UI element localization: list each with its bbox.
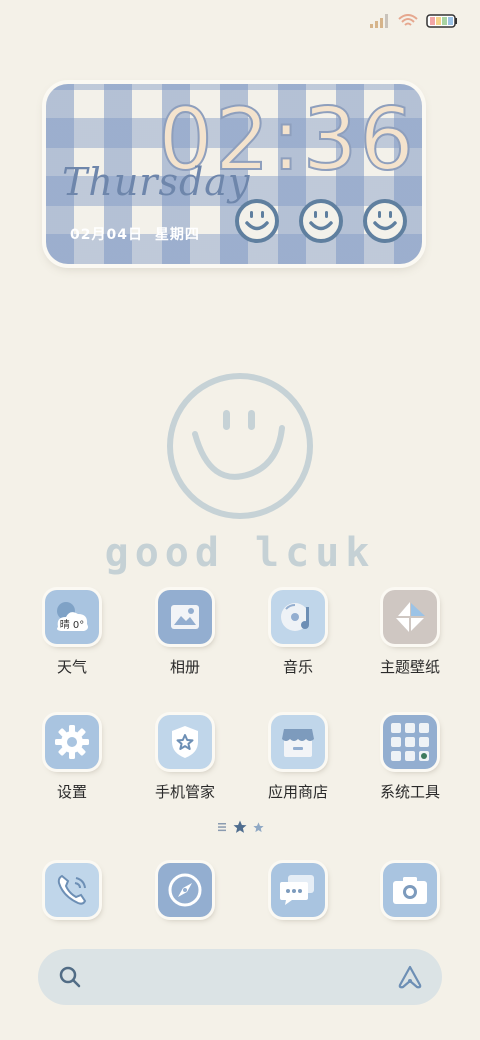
gallery-icon[interactable]: [158, 590, 212, 644]
browser-compass-icon[interactable]: [158, 863, 212, 917]
dock-messages[interactable]: [243, 863, 353, 917]
dock-browser[interactable]: [130, 863, 240, 917]
page-list-icon[interactable]: [217, 822, 227, 832]
app-gallery[interactable]: 相册: [130, 590, 240, 677]
app-label: 应用商店: [267, 783, 328, 801]
clock-widget[interactable]: 02:36 Thursday 02月04日 星期四: [46, 84, 422, 264]
search-bar[interactable]: [38, 949, 442, 1005]
app-music[interactable]: 音乐: [243, 590, 353, 677]
assistant-icon[interactable]: [396, 963, 424, 991]
search-icon[interactable]: [58, 965, 82, 989]
music-icon[interactable]: [271, 590, 325, 644]
app-store[interactable]: 应用商店: [243, 715, 353, 802]
dock-phone[interactable]: [17, 863, 127, 917]
app-label: 系统工具: [379, 783, 440, 801]
smiley-icon: [235, 199, 279, 243]
weather-temp: 晴 0°: [59, 619, 85, 631]
status-bar: [370, 10, 458, 32]
wifi-icon: [398, 14, 418, 26]
app-settings[interactable]: 设置: [17, 715, 127, 802]
battery-icon: [426, 14, 457, 28]
smiley-row: [234, 198, 408, 244]
app-label: 相册: [169, 658, 200, 676]
smiley-icon: [299, 199, 343, 243]
app-themes[interactable]: 主题壁纸: [355, 590, 465, 677]
app-label: 设置: [56, 783, 87, 801]
phone-icon[interactable]: [45, 863, 99, 917]
page-indicator[interactable]: [0, 820, 480, 834]
app-system-tools[interactable]: 系统工具: [355, 715, 465, 802]
phone-manager-icon[interactable]: [158, 715, 212, 769]
app-phone-manager[interactable]: 手机管家: [130, 715, 240, 802]
page-dot-active-icon[interactable]: [233, 820, 247, 834]
smiley-face-icon: [167, 373, 313, 519]
signal-icon: [370, 14, 388, 28]
camera-icon[interactable]: [383, 863, 437, 917]
weekday-label: Thursday: [62, 160, 251, 204]
app-label: 天气: [56, 658, 87, 676]
messages-icon[interactable]: [271, 863, 325, 917]
weather-icon[interactable]: 晴 0°: [45, 590, 99, 644]
app-label: 手机管家: [154, 783, 215, 801]
app-label: 音乐: [282, 658, 313, 676]
smiley-icon: [363, 199, 407, 243]
app-label: 主题壁纸: [379, 658, 440, 676]
gear-icon[interactable]: [45, 715, 99, 769]
app-weather[interactable]: 晴 0° 天气: [17, 590, 127, 677]
wallpaper-text: good lcuk: [104, 530, 376, 576]
date-label: 02月04日 星期四: [70, 227, 200, 243]
system-tools-folder-icon[interactable]: [383, 715, 437, 769]
themes-icon[interactable]: [383, 590, 437, 644]
app-store-icon[interactable]: [271, 715, 325, 769]
dock-camera[interactable]: [355, 863, 465, 917]
page-dot-icon[interactable]: [252, 821, 264, 833]
